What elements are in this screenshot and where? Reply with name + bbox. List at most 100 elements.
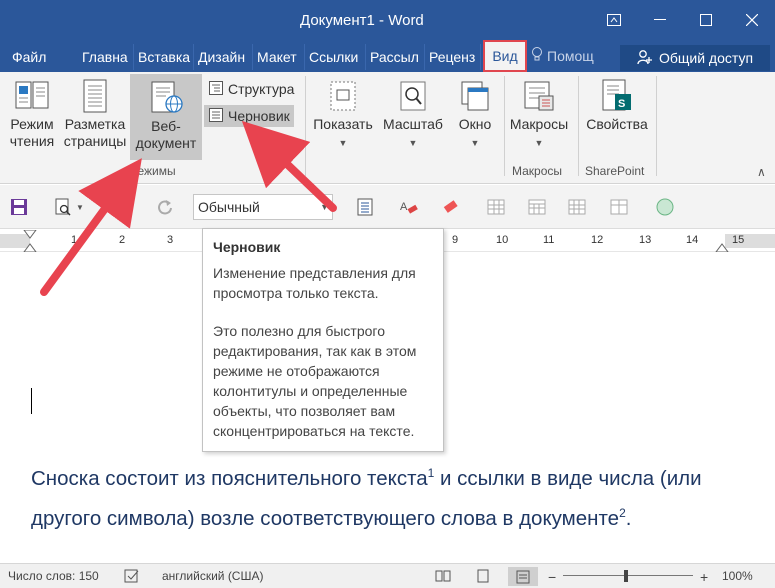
web-layout-view-icon[interactable] bbox=[508, 567, 538, 586]
zoom-slider[interactable] bbox=[563, 575, 693, 576]
proofing-icon[interactable] bbox=[124, 569, 140, 583]
footnote-ref-2[interactable]: 2 bbox=[619, 506, 626, 520]
print-layout-view-icon[interactable] bbox=[475, 569, 491, 583]
read-mode-view-icon[interactable] bbox=[435, 569, 451, 583]
ribbon-tabs: Файл Главна Вставка Дизайн Макет Ссылки … bbox=[0, 40, 775, 72]
window-controls bbox=[591, 0, 775, 40]
web-layout-label-2: документ bbox=[135, 135, 197, 151]
globe-page-icon bbox=[146, 80, 186, 116]
chevron-down-icon: ▼ bbox=[320, 202, 329, 212]
group-separator bbox=[656, 76, 657, 176]
magnifier-icon bbox=[397, 78, 429, 114]
paragraph-text-1: Сноска состоит из пояснительного текста bbox=[31, 466, 428, 490]
tab-insert[interactable]: Вставка bbox=[136, 44, 194, 70]
undo-icon[interactable] bbox=[104, 196, 126, 218]
zoom-in-icon[interactable]: + bbox=[700, 569, 708, 585]
ruler-label: 14 bbox=[686, 234, 699, 246]
tab-home[interactable]: Главна bbox=[80, 44, 134, 70]
tab-review[interactable]: Реценз bbox=[427, 44, 481, 70]
window-icon bbox=[459, 78, 491, 114]
window-title: Документ1 - Word bbox=[300, 12, 424, 29]
print-layout-label-2: страницы bbox=[63, 133, 127, 149]
minimize-icon[interactable] bbox=[637, 0, 683, 40]
table-delete-icon[interactable] bbox=[608, 196, 630, 218]
title-bar: Документ1 - Word bbox=[0, 0, 775, 40]
redo-icon[interactable] bbox=[154, 196, 176, 218]
sharepoint-icon: S bbox=[599, 78, 635, 114]
print-preview-icon[interactable] bbox=[52, 196, 74, 218]
word-count[interactable]: Число слов: 150 bbox=[8, 569, 99, 583]
draft-icon bbox=[208, 107, 224, 126]
properties-button[interactable]: S Свойства bbox=[582, 72, 652, 160]
format-painter-icon[interactable]: A bbox=[398, 196, 420, 218]
tooltip-description: Изменение представления для просмотра то… bbox=[213, 265, 416, 301]
chevron-down-icon: ▼ bbox=[470, 138, 480, 148]
read-mode-label-2: чтения bbox=[9, 133, 55, 149]
properties-label: Свойства bbox=[586, 116, 648, 132]
show-label: Показать bbox=[313, 116, 373, 132]
collapse-ribbon-icon[interactable]: ∧ bbox=[757, 165, 766, 179]
outline-button[interactable]: Структура bbox=[204, 78, 298, 100]
tell-me-label: Помощ bbox=[547, 47, 594, 64]
paragraph-text-3: . bbox=[625, 506, 632, 530]
eraser-icon[interactable] bbox=[440, 196, 462, 218]
macros-button[interactable]: Макросы ▼ bbox=[506, 72, 572, 160]
share-button[interactable]: Общий доступ bbox=[620, 45, 770, 71]
shape-circle-icon[interactable] bbox=[654, 196, 676, 218]
group-separator bbox=[578, 76, 579, 176]
macros-label: Макросы bbox=[509, 116, 569, 132]
chevron-down-icon: ▼ bbox=[534, 138, 544, 148]
web-layout-label-1: Веб- bbox=[151, 118, 181, 134]
add-user-icon bbox=[637, 49, 653, 68]
document-paragraph[interactable]: Сноска состоит из пояснительного текста1… bbox=[31, 456, 761, 536]
web-layout-button[interactable]: Веб- документ bbox=[130, 74, 202, 160]
tab-view[interactable]: Вид bbox=[483, 40, 527, 72]
tab-file[interactable]: Файл bbox=[10, 44, 72, 70]
tab-references[interactable]: Ссылки bbox=[307, 44, 366, 70]
show-button[interactable]: Показать ▼ bbox=[310, 72, 376, 160]
window-button[interactable]: Окно ▼ bbox=[450, 72, 500, 160]
table-icon[interactable] bbox=[485, 196, 507, 218]
ruler-label: 12 bbox=[591, 234, 604, 246]
window-label: Окно bbox=[458, 116, 492, 132]
group-views-label: Режимы bbox=[130, 164, 176, 178]
svg-text:A: A bbox=[400, 201, 408, 213]
book-icon bbox=[12, 78, 52, 114]
close-icon[interactable] bbox=[729, 0, 775, 40]
ribbon-display-icon[interactable] bbox=[591, 0, 637, 40]
zoom-out-icon[interactable]: − bbox=[548, 569, 556, 585]
chevron-down-icon: ▼ bbox=[408, 138, 418, 148]
table-grid-icon[interactable] bbox=[566, 196, 588, 218]
chevron-down-icon[interactable]: ▼ bbox=[74, 196, 86, 218]
group-macros-label: Макросы bbox=[512, 164, 563, 178]
style-selector[interactable]: Обычный ▼ bbox=[193, 194, 333, 220]
tab-design[interactable]: Дизайн bbox=[196, 44, 253, 70]
document-map-icon[interactable] bbox=[354, 196, 376, 218]
maximize-icon[interactable] bbox=[683, 0, 729, 40]
page-icon bbox=[80, 78, 110, 114]
tab-layout[interactable]: Макет bbox=[255, 44, 305, 70]
zoom-button[interactable]: Масштаб ▼ bbox=[380, 72, 446, 160]
table-insert-icon[interactable] bbox=[526, 196, 548, 218]
tab-mailings[interactable]: Рассыл bbox=[368, 44, 425, 70]
draft-tooltip: Черновик Изменение представления для про… bbox=[202, 228, 444, 452]
print-layout-label-1: Разметка bbox=[64, 116, 126, 132]
macros-icon bbox=[521, 78, 557, 114]
ribbon: Режим чтения Разметка страницы Веб- доку… bbox=[0, 72, 775, 184]
read-mode-button[interactable]: Режим чтения bbox=[4, 72, 60, 160]
draft-button[interactable]: Черновик bbox=[204, 105, 294, 127]
save-icon[interactable] bbox=[8, 196, 30, 218]
show-icon bbox=[327, 78, 359, 114]
ruler-label: 3 bbox=[167, 234, 174, 246]
tell-me-box[interactable]: Помощ bbox=[531, 46, 594, 65]
ruler-label: 2 bbox=[119, 234, 126, 246]
language[interactable]: английский (США) bbox=[162, 569, 263, 583]
group-separator bbox=[305, 76, 306, 176]
ruler-label: 1 bbox=[71, 234, 78, 246]
style-value: Обычный bbox=[198, 199, 260, 215]
text-cursor bbox=[31, 388, 32, 414]
zoom-slider-thumb[interactable] bbox=[624, 570, 628, 582]
zoom-level[interactable]: 100% bbox=[722, 569, 753, 583]
ruler-label: 10 bbox=[496, 234, 509, 246]
print-layout-button[interactable]: Разметка страницы bbox=[62, 72, 128, 160]
